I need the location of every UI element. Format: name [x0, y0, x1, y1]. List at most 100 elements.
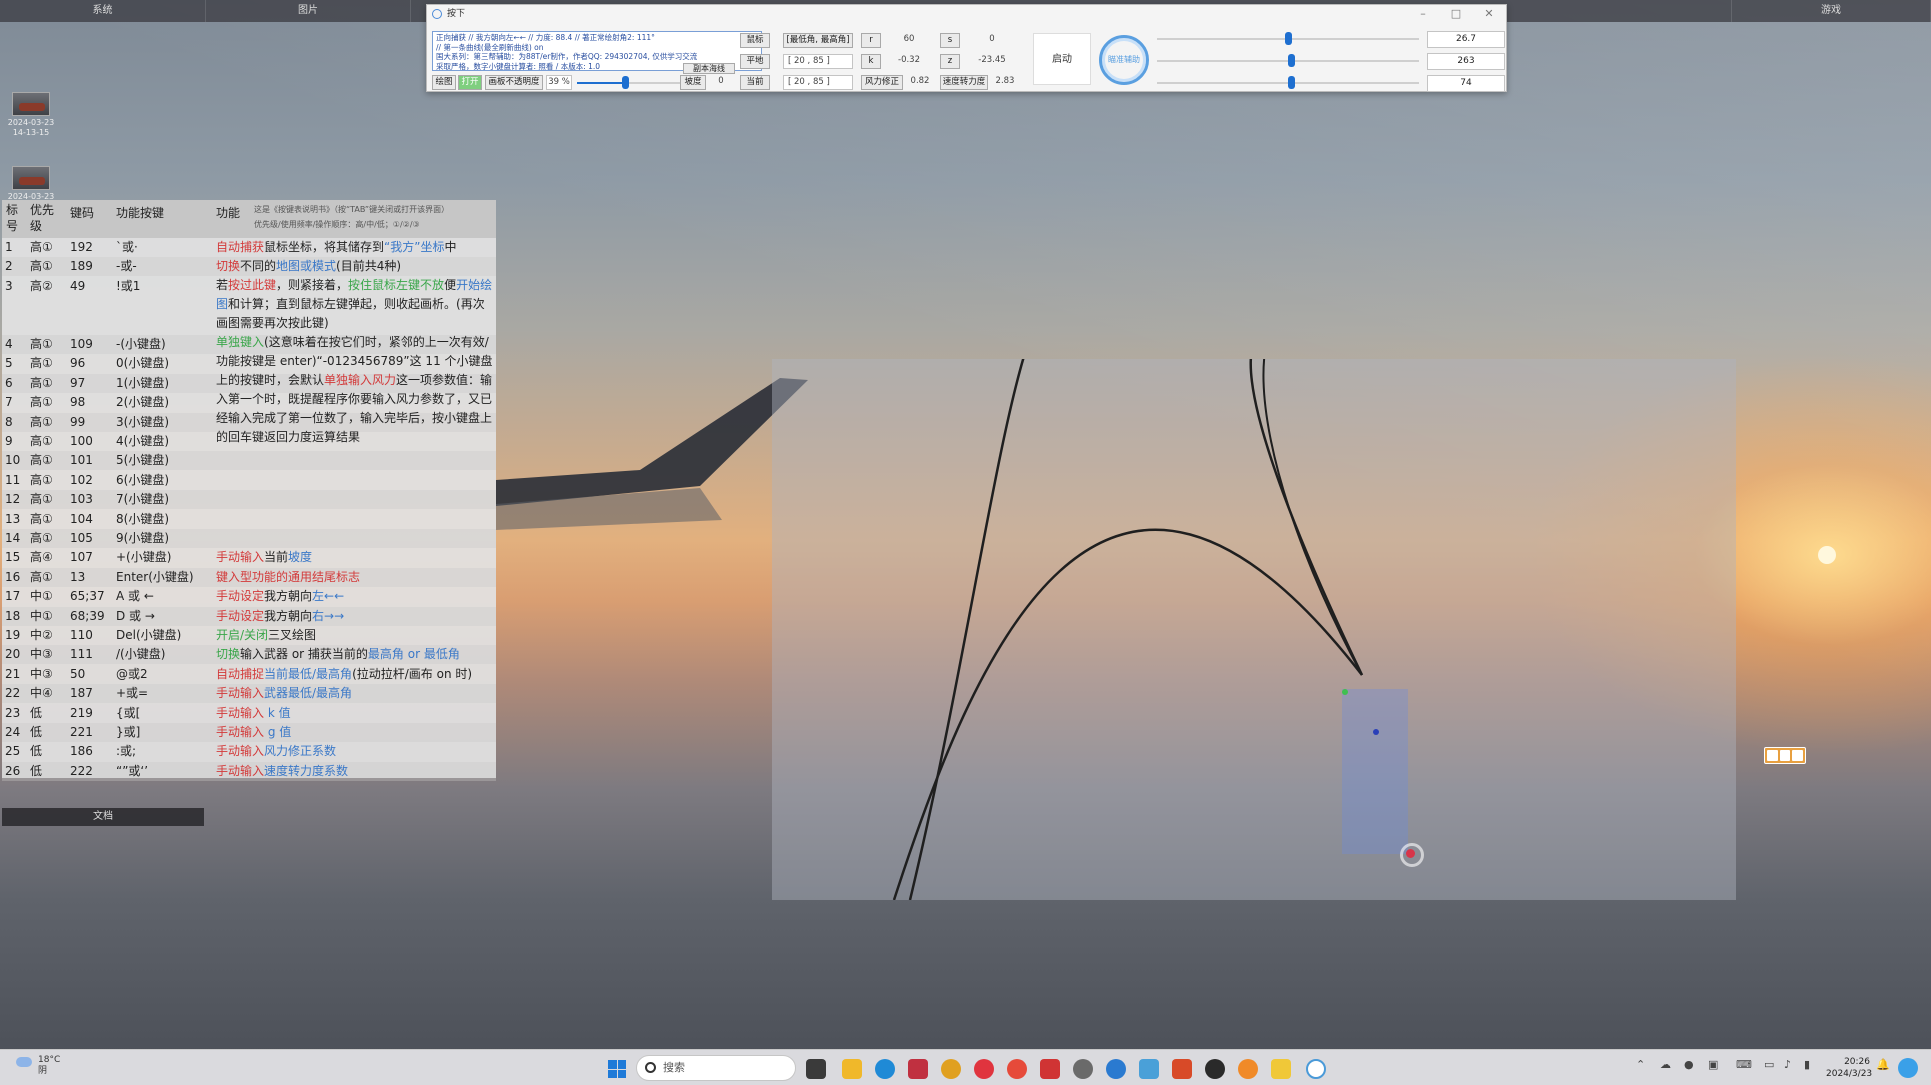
tab-system[interactable]: 系统 [0, 0, 206, 22]
function-text-segment: 我方朝向 [264, 589, 313, 604]
desktop-icon-screenshot-2[interactable]: 2024-03-23 [6, 166, 56, 202]
function-text-segment: g 值 [264, 725, 292, 739]
table-row: 23 低 219 {或[手动输入 k 值 [2, 704, 496, 723]
settings-icon[interactable] [1073, 1059, 1093, 1079]
tab-images[interactable]: 图片 [206, 0, 411, 22]
documents-label[interactable]: 文档 [2, 808, 204, 826]
aim-tool-taskbar-icon[interactable] [1306, 1059, 1326, 1079]
copy-curve-button[interactable]: 副本海线 [683, 63, 735, 74]
function-text-segment: 当前最低/最高角 [264, 666, 353, 681]
row-priority: 高① [30, 434, 53, 448]
file-explorer-icon[interactable] [842, 1059, 862, 1079]
display-icon[interactable]: ▭ [1764, 1058, 1774, 1071]
row-keycode: 189 [70, 259, 93, 274]
function-text-segment: “我方”坐标 [384, 240, 445, 254]
task-view-icon[interactable] [806, 1059, 826, 1079]
minimize-icon[interactable]: – [1412, 7, 1434, 21]
z-value[interactable]: -23.45 [967, 54, 1017, 69]
row-key: 8(小键盘) [116, 511, 169, 526]
row-priority: 高① [30, 395, 53, 410]
slider-thumb[interactable] [621, 76, 629, 89]
copilot-icon[interactable] [1898, 1058, 1918, 1078]
s-value[interactable]: 0 [967, 33, 1017, 48]
value-box-3[interactable]: 74 [1427, 75, 1505, 92]
maximize-icon[interactable]: □ [1445, 7, 1467, 21]
desktop-icon-screenshot-1[interactable]: 2024-03-23 14-13-15 [6, 92, 56, 138]
row-number: 5 [5, 356, 13, 371]
current-mode-button[interactable]: 当前 [740, 75, 770, 90]
row-priority: 高① [30, 472, 53, 487]
row-function: 手动输入武器最低/最高角 [216, 684, 352, 703]
browser-icon[interactable] [1106, 1059, 1126, 1079]
window-titlebar[interactable]: 按下 [427, 5, 1506, 23]
row-4-description: 单独键入(这意味着在按它们时，紧邻的上一次有效/功能按键是 enter)“-01… [216, 333, 494, 447]
row-function: 自动捕获鼠标坐标，将其储存到“我方”坐标中 [216, 238, 456, 257]
header-priority: 优先级 [30, 203, 55, 233]
slider-thumb[interactable] [1285, 32, 1292, 45]
power-slider-1[interactable] [1157, 31, 1419, 46]
k-value[interactable]: -0.32 [887, 54, 931, 69]
netease-music-icon[interactable] [974, 1059, 994, 1079]
battery-icon[interactable]: ▮ [1804, 1058, 1810, 1071]
start-menu-icon[interactable] [608, 1060, 626, 1078]
row-keycode: 98 [70, 395, 86, 410]
slider-thumb[interactable] [1287, 76, 1295, 89]
app-icon-dark[interactable] [1205, 1059, 1225, 1079]
app-icon-yellow[interactable] [1271, 1059, 1291, 1079]
row-keycode: 109 [70, 337, 93, 351]
slider-thumb[interactable] [1287, 54, 1295, 67]
close-icon[interactable]: ✕ [1478, 7, 1500, 21]
mouse-mode-button[interactable]: 鼠标 [740, 33, 770, 48]
start-button[interactable]: 启动 [1033, 33, 1091, 85]
row-function: 手动输入当前坡度 [216, 548, 312, 567]
volume-icon[interactable]: ♪ [1784, 1058, 1791, 1071]
speed-to-power-value[interactable]: 2.83 [992, 75, 1018, 90]
draw-button[interactable]: 绘图 [432, 75, 456, 90]
search-app-icon[interactable] [1238, 1059, 1258, 1079]
cloud-sync-icon[interactable]: ☁ [1660, 1058, 1671, 1071]
wind-fix-value[interactable]: 0.82 [907, 75, 933, 90]
trajectory-canvas[interactable] [772, 359, 1736, 900]
angle-range-input-2[interactable]: [ 20 , 85 ] [783, 75, 853, 90]
edge-browser-icon[interactable] [875, 1059, 895, 1079]
row-priority: 低 [30, 763, 43, 778]
table-header: 标号 优先级 键码 功能按键 功能 这是《按键表说明书》（按“TAB”键关闭或打… [2, 200, 496, 238]
power-slider-3[interactable] [1157, 75, 1419, 90]
slope-value[interactable]: 0 [709, 75, 733, 90]
value-box-2[interactable]: 263 [1427, 53, 1505, 70]
power-slider-2[interactable] [1157, 53, 1419, 68]
function-text-segment: 风力修正系数 [264, 744, 337, 759]
tray-overflow-icon[interactable]: ⌃ [1636, 1058, 1645, 1071]
row-function: 切换不同的地图或模式(目前共4种) [216, 257, 401, 276]
input-method-icon[interactable]: ⌨ [1736, 1058, 1752, 1071]
row-key: +(小键盘) [116, 550, 172, 565]
opacity-value[interactable]: 39 % [546, 75, 572, 90]
row-key: D 或 → [116, 608, 155, 623]
notification-icon[interactable]: 🔔 [1876, 1058, 1890, 1071]
function-text-segment: 自动捕获 [216, 240, 265, 254]
app-tray-icon[interactable]: ▣ [1708, 1058, 1718, 1071]
app-icon-z[interactable] [1040, 1059, 1060, 1079]
row-keycode: 110 [70, 628, 93, 642]
microphone-icon[interactable]: ● [1684, 1058, 1694, 1071]
powerpoint-icon[interactable] [1172, 1059, 1192, 1079]
chrome-icon[interactable] [941, 1059, 961, 1079]
flat-mode-button[interactable]: 平地 [740, 54, 770, 69]
taskbar-search[interactable]: 搜索 [636, 1055, 796, 1081]
open-toggle[interactable]: 打开 [458, 75, 482, 90]
clock[interactable]: 20:26 2024/3/23 [1826, 1056, 1872, 1080]
r-value[interactable]: 60 [887, 33, 931, 48]
tab-games[interactable]: 游戏 [1731, 0, 1931, 22]
trajectory-curves [892, 359, 1364, 900]
app-icon-blue[interactable] [1139, 1059, 1159, 1079]
table-row: 16 高① 13 Enter(小键盘) 键入型功能的通用结尾标志 [2, 567, 496, 587]
weibo-icon[interactable] [1007, 1059, 1027, 1079]
value-box-1[interactable]: 26.7 [1427, 31, 1505, 48]
aim-assist-ring[interactable]: 瞄准辅助 [1099, 35, 1149, 85]
row-number: 19 [5, 628, 21, 642]
floating-widget[interactable] [1764, 747, 1806, 764]
app-icon-m[interactable] [908, 1059, 928, 1079]
row-keycode: 103 [70, 492, 93, 507]
angle-range-input-1[interactable]: [ 20 , 85 ] [783, 54, 853, 69]
target-point [1373, 729, 1379, 735]
